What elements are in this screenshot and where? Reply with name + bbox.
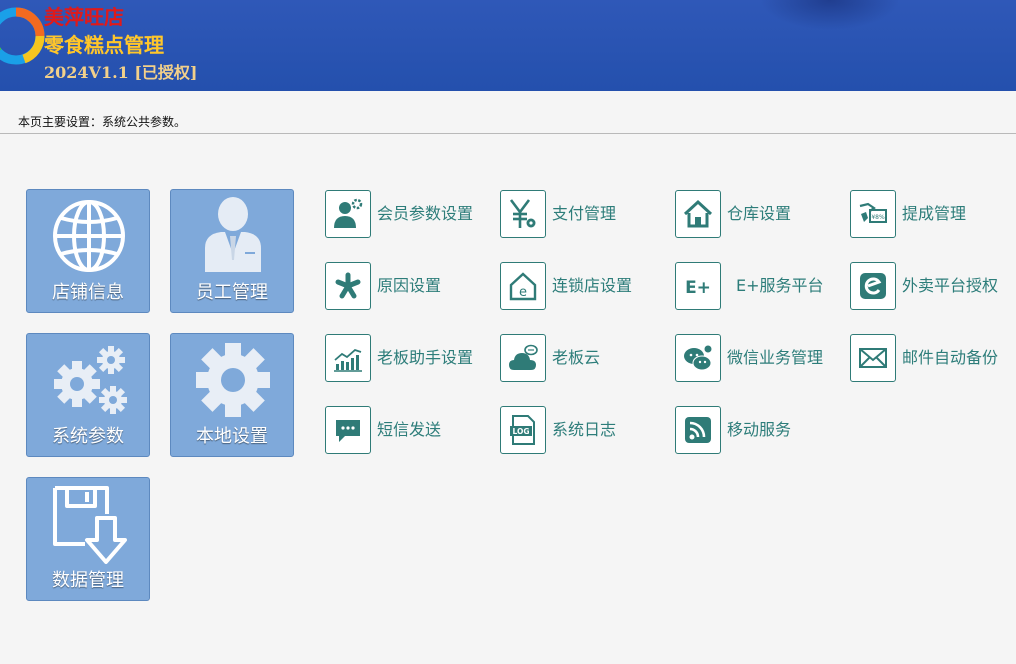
item-label: 短信发送: [377, 420, 442, 439]
item-label: 会员参数设置: [377, 204, 474, 223]
sms-bubble-icon: [336, 420, 360, 442]
item-icon-box: [675, 334, 721, 382]
tile-label: 数据管理: [52, 570, 124, 591]
asterisk-icon: [335, 272, 361, 299]
item-icon-box: [850, 334, 896, 382]
version-label: 2024V1.1 [已授权]: [44, 63, 198, 82]
item-system-log[interactable]: LOG 系统日志: [500, 406, 668, 456]
item-commission[interactable]: ¥8% 提成管理: [850, 190, 1016, 240]
tile-label: 员工管理: [196, 282, 268, 303]
item-icon-box: [675, 406, 721, 454]
eplus-icon: E+: [685, 278, 711, 298]
takeout-e-icon: [860, 273, 886, 299]
item-member-settings[interactable]: 会员参数设置: [325, 190, 493, 240]
warehouse-house-icon: [683, 199, 713, 228]
tile-label: 店铺信息: [52, 282, 124, 303]
item-takeout-auth[interactable]: 外卖平台授权: [850, 262, 1016, 312]
item-icon-box: [675, 190, 721, 238]
item-label: 系统日志: [552, 420, 617, 439]
item-payment[interactable]: 支付管理: [500, 190, 668, 240]
employee-icon: [205, 197, 261, 272]
tile-system-params[interactable]: 系统参数: [26, 333, 150, 457]
tile-label: 本地设置: [196, 426, 268, 447]
item-chain-store[interactable]: e 连锁店设置: [500, 262, 668, 312]
commission-hand-icon: ¥8%: [859, 202, 887, 223]
item-icon-box: [500, 334, 546, 382]
header-glow: [760, 0, 900, 30]
svg-text:LOG: LOG: [512, 427, 529, 436]
item-reason-settings[interactable]: 原因设置: [325, 262, 493, 312]
tile-store-info[interactable]: 店铺信息: [26, 189, 150, 313]
item-sms[interactable]: 短信发送: [325, 406, 493, 456]
item-label: E+服务平台: [736, 276, 824, 295]
gears-icon: [54, 346, 127, 414]
item-icon-box: [850, 262, 896, 310]
item-icon-box: [325, 406, 371, 454]
cloud-chat-icon: [509, 344, 538, 370]
item-icon-box: [500, 190, 546, 238]
tile-employee[interactable]: 员工管理: [170, 189, 294, 313]
item-label: 老板助手设置: [377, 348, 474, 367]
app-header: 美萍旺店 零食糕点管理 2024V1.1 [已授权]: [0, 0, 1016, 91]
item-wechat[interactable]: 微信业务管理: [675, 334, 843, 384]
yen-gear-icon: [509, 199, 536, 228]
log-file-icon: LOG: [510, 415, 535, 445]
item-label: 支付管理: [552, 204, 617, 223]
svg-text:e: e: [519, 285, 527, 300]
tile-local-settings[interactable]: 本地设置: [170, 333, 294, 457]
item-label: 微信业务管理: [727, 348, 824, 367]
item-icon-box: [325, 334, 371, 382]
svg-text:¥8%: ¥8%: [871, 214, 885, 221]
item-mail-backup[interactable]: 邮件自动备份: [850, 334, 1016, 384]
item-boss-cloud[interactable]: 老板云: [500, 334, 668, 384]
svg-text:E+: E+: [685, 278, 711, 298]
member-settings-icon: [334, 198, 363, 228]
item-icon-box: e: [500, 262, 546, 310]
item-label: 老板云: [552, 348, 601, 367]
product-name: 零食糕点管理: [44, 33, 164, 57]
store-name: 美萍旺店: [44, 5, 124, 29]
divider: [0, 133, 1016, 134]
item-label: 提成管理: [902, 204, 967, 223]
item-icon-box: [325, 190, 371, 238]
floppy-download-icon: [53, 486, 127, 564]
item-mobile-service[interactable]: 移动服务: [675, 406, 843, 456]
item-icon-box: E+: [675, 262, 721, 310]
item-boss-assistant[interactable]: 老板助手设置: [325, 334, 493, 384]
item-icon-box: [325, 262, 371, 310]
rss-icon: [685, 417, 711, 443]
item-icon-box: LOG: [500, 406, 546, 454]
page-description: 本页主要设置：系统公共参数。: [18, 115, 187, 129]
item-label: 移动服务: [727, 420, 792, 439]
tile-label: 系统参数: [52, 426, 124, 447]
wechat-icon: [684, 344, 713, 371]
mail-icon: [859, 348, 887, 368]
item-eplus-platform[interactable]: E+ E+服务平台: [675, 262, 843, 312]
item-label: 连锁店设置: [552, 276, 633, 295]
item-label: 外卖平台授权: [902, 276, 999, 295]
item-label: 仓库设置: [727, 204, 792, 223]
globe-icon: [53, 200, 125, 272]
trend-chart-icon: [334, 348, 362, 372]
item-warehouse[interactable]: 仓库设置: [675, 190, 843, 240]
app-logo-icon: [0, 7, 45, 65]
item-label: 邮件自动备份: [902, 348, 999, 367]
gear-icon: [196, 343, 270, 417]
item-label: 原因设置: [377, 276, 442, 295]
item-icon-box: ¥8%: [850, 190, 896, 238]
tile-data-management[interactable]: 数据管理: [26, 477, 150, 601]
chain-store-icon: e: [509, 272, 537, 301]
